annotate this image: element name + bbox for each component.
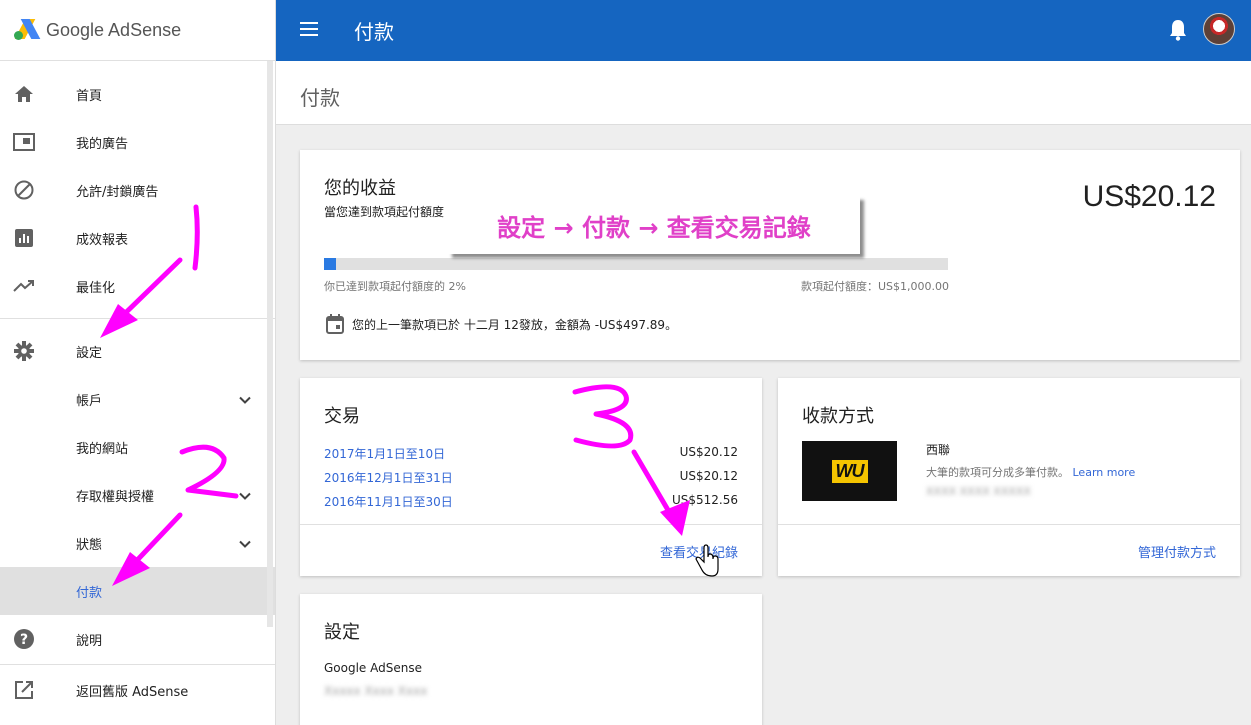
adsense-logo[interactable]: Google AdSense	[0, 0, 275, 61]
sidebar-item-reports[interactable]: 成效報表	[0, 214, 275, 262]
progress-fill	[324, 258, 337, 270]
account-number-blurred: XXXX XXXX XXXXX	[926, 485, 1031, 498]
last-payment-text: 您的上一筆款項已於 十二月 12發放，金額為 -US$497.89。	[352, 317, 678, 332]
payment-method-title: 收款方式	[802, 406, 874, 427]
sidebar-scrollbar[interactable]	[267, 61, 273, 627]
notifications-bell-icon[interactable]	[1169, 19, 1187, 45]
settings-title: 設定	[324, 622, 360, 643]
transactions-card: 交易 2017年1月1日至10日 US$20.12 2016年12月1日至31日…	[300, 378, 762, 576]
threshold-progress-bar	[324, 258, 948, 270]
earnings-title: 您的收益	[324, 178, 396, 199]
home-icon	[13, 83, 35, 105]
table-row: 2017年1月1日至10日 US$20.12	[324, 445, 738, 462]
sidebar-item-help[interactable]: ? 說明	[0, 615, 275, 663]
progress-label: 你已達到款項起付額度的 2%	[324, 280, 466, 293]
ad-unit-icon	[13, 131, 35, 153]
sidebar-item-my-ads[interactable]: 我的廣告	[0, 118, 275, 166]
app-bar-title: 付款	[354, 20, 394, 44]
sidebar-item-my-sites[interactable]: 我的網站	[0, 423, 275, 471]
settings-card: 設定 Google AdSense Xxxxx Xxxx Xxxx	[300, 594, 762, 725]
sidebar-divider	[0, 318, 275, 319]
help-icon: ?	[13, 628, 35, 650]
view-transactions-link[interactable]: 查看交易紀錄	[660, 542, 738, 561]
instruction-banner: 設定 → 付款 → 查看交易記錄	[448, 196, 860, 254]
transaction-period-link[interactable]: 2016年11月1日至30日	[324, 493, 453, 510]
settings-product: Google AdSense	[324, 661, 422, 675]
top-app-bar: 付款	[276, 0, 1251, 61]
sidebar: Google AdSense 首頁 我的廣告 允許/封鎖廣告 成效報表 最佳化 …	[0, 0, 276, 725]
transaction-amount: US$512.56	[671, 493, 738, 507]
transaction-amount: US$20.12	[679, 445, 738, 459]
table-row: 2016年12月1日至31日 US$20.12	[324, 469, 738, 486]
last-payment-info: 您的上一筆款項已於 十二月 12發放，金額為 -US$497.89。	[326, 314, 677, 334]
account-name-blurred: Xxxxx Xxxx Xxxx	[324, 684, 428, 698]
manage-payment-methods-link[interactable]: 管理付款方式	[1138, 542, 1216, 561]
transaction-amount: US$20.12	[679, 469, 738, 483]
earnings-subtitle: 當您達到款項起付額度	[324, 205, 445, 219]
payment-method-description: 大筆的款項可分成多筆付款。 Learn more	[926, 466, 1136, 479]
transactions-title: 交易	[324, 406, 360, 427]
chevron-down-icon	[239, 390, 251, 409]
sidebar-item-allow-block[interactable]: 允許/封鎖廣告	[0, 166, 275, 214]
svg-text:?: ?	[20, 632, 28, 648]
sidebar-item-account[interactable]: 帳戶	[0, 375, 275, 423]
sidebar-item-old-adsense[interactable]: 返回舊版 AdSense	[0, 666, 275, 714]
threshold-label: 款項起付額度：US$1,000.00	[800, 280, 949, 293]
sidebar-item-access-authorization[interactable]: 存取權與授權	[0, 471, 275, 519]
external-link-icon	[13, 679, 35, 701]
logo-text: Google AdSense	[46, 19, 182, 40]
chevron-down-icon	[239, 534, 251, 553]
block-icon	[13, 179, 35, 201]
avatar[interactable]	[1203, 13, 1235, 45]
western-union-logo: WU	[802, 441, 897, 501]
payment-method-card-footer: 管理付款方式	[778, 524, 1240, 576]
learn-more-link[interactable]: Learn more	[1073, 466, 1136, 479]
menu-icon[interactable]	[300, 22, 318, 36]
sidebar-item-status[interactable]: 狀態	[0, 519, 275, 567]
transactions-card-footer: 查看交易紀錄	[300, 524, 762, 576]
gear-icon	[13, 340, 35, 362]
bar-chart-icon	[13, 227, 35, 249]
page-header: 付款	[276, 61, 1251, 125]
page-title: 付款	[300, 86, 340, 110]
sidebar-item-settings[interactable]: 設定	[0, 327, 275, 375]
payment-method-name: 西聯	[926, 443, 951, 457]
payment-method-card: 收款方式 WU 西聯 大筆的款項可分成多筆付款。 Learn more XXXX…	[778, 378, 1240, 576]
sidebar-item-home[interactable]: 首頁	[0, 70, 275, 118]
transaction-period-link[interactable]: 2016年12月1日至31日	[324, 469, 453, 486]
calendar-icon	[326, 314, 344, 334]
earnings-card: 您的收益 當您達到款項起付額度 US$20.12 你已達到款項起付額度的 2% …	[300, 150, 1240, 360]
table-row: 2016年11月1日至30日 US$512.56	[324, 493, 738, 510]
sidebar-divider	[0, 664, 275, 665]
trending-up-icon	[13, 275, 35, 297]
chevron-down-icon	[239, 486, 251, 505]
adsense-logo-icon	[14, 19, 41, 41]
sidebar-item-optimization[interactable]: 最佳化	[0, 262, 275, 310]
sidebar-item-payments[interactable]: 付款	[0, 567, 275, 615]
transaction-period-link[interactable]: 2017年1月1日至10日	[324, 445, 445, 462]
earnings-amount: US$20.12	[1082, 180, 1216, 213]
